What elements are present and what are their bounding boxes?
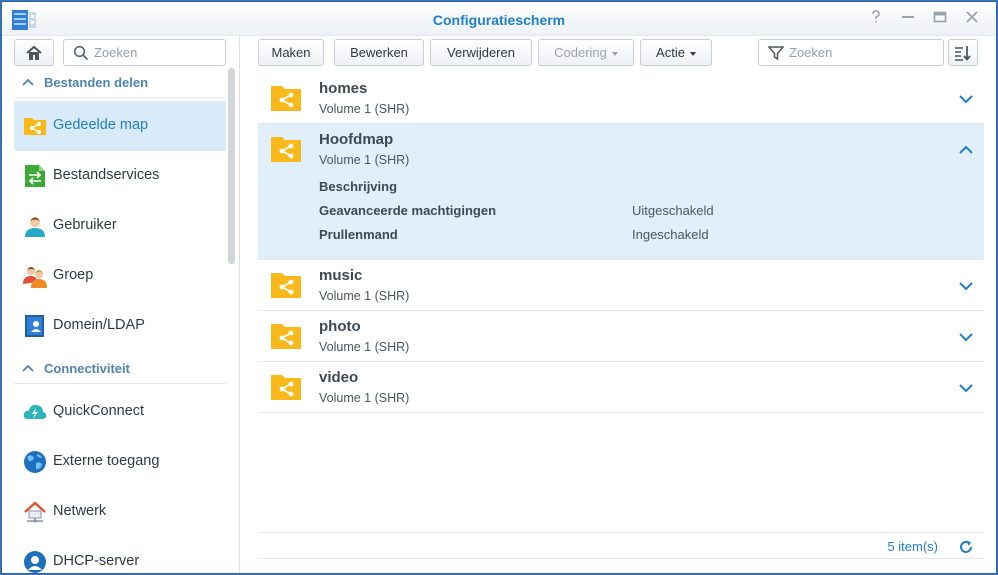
shared-folder-icon [271, 137, 301, 162]
folder-volume: Volume 1 (SHR) [319, 153, 410, 167]
sidebar-item-label: Netwerk [53, 503, 107, 519]
shared-folder-icon [271, 273, 301, 298]
domain-ldap-icon [25, 315, 44, 337]
folder-row-video[interactable]: video Volume 1 (SHR) [258, 362, 984, 413]
sidebar-item-netwerk[interactable]: Netwerk [14, 487, 226, 537]
sidebar-item-dhcp-server[interactable]: DHCP-server [14, 537, 226, 573]
main-search-placeholder: Zoeken [789, 45, 833, 60]
file-services-icon [25, 165, 45, 187]
control-panel-window: Configuratiescherm Zoeken Bestanden dele… [1, 1, 997, 574]
caret-down-icon [611, 51, 618, 56]
action-label: Actie [656, 45, 685, 60]
network-icon [24, 501, 46, 523]
list-footer: 5 item(s) [258, 532, 984, 559]
folder-volume: Volume 1 (SHR) [319, 391, 410, 405]
filter-icon [768, 46, 784, 61]
quickconnect-icon [23, 404, 47, 419]
folder-row-homes[interactable]: homes Volume 1 (SHR) [258, 73, 984, 124]
detail-label-prullenmand: Prullenmand [319, 227, 398, 242]
main-search-input[interactable]: Zoeken [758, 39, 944, 66]
folder-name: homes [319, 80, 368, 97]
sidebar-item-label: DHCP-server [53, 553, 140, 569]
sort-button[interactable] [948, 39, 978, 66]
folder-volume: Volume 1 (SHR) [319, 340, 410, 354]
title-bar: Configuratiescherm [2, 2, 996, 36]
create-button[interactable]: Maken [258, 39, 324, 66]
action-dropdown[interactable]: Actie [640, 39, 712, 66]
encryption-dropdown[interactable]: Codering [538, 39, 634, 66]
chevron-down-icon[interactable] [958, 329, 974, 345]
sidebar-item-groep[interactable]: Groep [14, 251, 226, 301]
folder-name: music [319, 267, 363, 284]
detail-label-machtigingen: Geavanceerde machtigingen [319, 203, 497, 218]
sidebar-item-label: Domein/LDAP [53, 317, 145, 333]
dhcp-server-icon [24, 551, 46, 573]
shared-folder-icon [24, 118, 46, 135]
folder-row-photo[interactable]: photo Volume 1 (SHR) [258, 311, 984, 362]
folder-volume: Volume 1 (SHR) [319, 102, 410, 116]
close-icon[interactable] [963, 10, 981, 28]
help-icon[interactable] [867, 10, 885, 28]
shared-folder-icon [271, 375, 301, 400]
sidebar-item-label: Gebruiker [53, 217, 117, 233]
sidebar-item-domein-ldap[interactable]: Domein/LDAP [14, 301, 226, 351]
chevron-up-icon[interactable] [958, 142, 974, 158]
maximize-icon[interactable] [931, 10, 949, 28]
sidebar-search-placeholder: Zoeken [94, 45, 138, 60]
chevron-up-icon [22, 364, 34, 372]
detail-value-prullenmand: Ingeschakeld [632, 227, 709, 242]
section-label: Connectiviteit [44, 361, 130, 376]
minimize-icon[interactable] [899, 10, 917, 28]
section-connectiviteit[interactable]: Connectiviteit [14, 354, 226, 384]
sidebar-item-externe-toegang[interactable]: Externe toegang [14, 437, 226, 487]
sidebar-item-label: Bestandservices [53, 167, 160, 183]
chevron-down-icon[interactable] [958, 380, 974, 396]
sidebar-item-label: QuickConnect [53, 403, 145, 419]
folder-name: photo [319, 318, 361, 335]
user-icon [25, 217, 45, 237]
caret-down-icon [689, 51, 696, 56]
sidebar: Zoeken Bestanden delen Gedeelde map Best… [2, 36, 240, 573]
sidebar-search-input[interactable]: Zoeken [63, 39, 226, 66]
sidebar-item-label: Externe toegang [53, 453, 160, 469]
home-icon [26, 45, 42, 60]
chevron-up-icon [22, 78, 34, 86]
home-button[interactable] [14, 39, 54, 66]
section-bestanden-delen[interactable]: Bestanden delen [14, 68, 226, 98]
encryption-label: Codering [554, 45, 607, 60]
folder-name: Hoofdmap [319, 131, 394, 148]
folder-row-music[interactable]: music Volume 1 (SHR) [258, 260, 984, 311]
item-count: 5 item(s) [887, 539, 938, 554]
edit-button[interactable]: Bewerken [334, 39, 424, 66]
sidebar-scrollbar[interactable] [228, 68, 235, 264]
detail-value-machtigingen: Uitgeschakeld [632, 203, 714, 218]
sidebar-item-label: Gedeelde map [53, 117, 149, 133]
folder-volume: Volume 1 (SHR) [319, 289, 410, 303]
chevron-down-icon[interactable] [958, 91, 974, 107]
group-icon [23, 267, 47, 288]
detail-label-beschrijving: Beschrijving [319, 179, 398, 194]
folder-name: video [319, 369, 359, 386]
refresh-icon[interactable] [958, 539, 974, 555]
folder-row-hoofdmap[interactable]: Hoofdmap Volume 1 (SHR) Beschrijving Gea… [258, 124, 984, 260]
shared-folder-list: homes Volume 1 (SHR) Hoofdmap Volume 1 (… [258, 73, 984, 413]
sidebar-item-label: Groep [53, 267, 94, 283]
section-label: Bestanden delen [44, 75, 149, 90]
sidebar-item-quickconnect[interactable]: QuickConnect [14, 387, 226, 437]
delete-button[interactable]: Verwijderen [430, 39, 532, 66]
chevron-down-icon[interactable] [958, 278, 974, 294]
sort-icon [955, 45, 971, 61]
search-icon [73, 45, 89, 61]
sidebar-item-gedeelde-map[interactable]: Gedeelde map [14, 101, 226, 151]
sidebar-item-bestandservices[interactable]: Bestandservices [14, 151, 226, 201]
window-title: Configuratiescherm [432, 12, 566, 28]
shared-folder-icon [271, 324, 301, 349]
external-access-icon [24, 451, 46, 473]
sidebar-item-gebruiker[interactable]: Gebruiker [14, 201, 226, 251]
shared-folder-icon [271, 86, 301, 111]
